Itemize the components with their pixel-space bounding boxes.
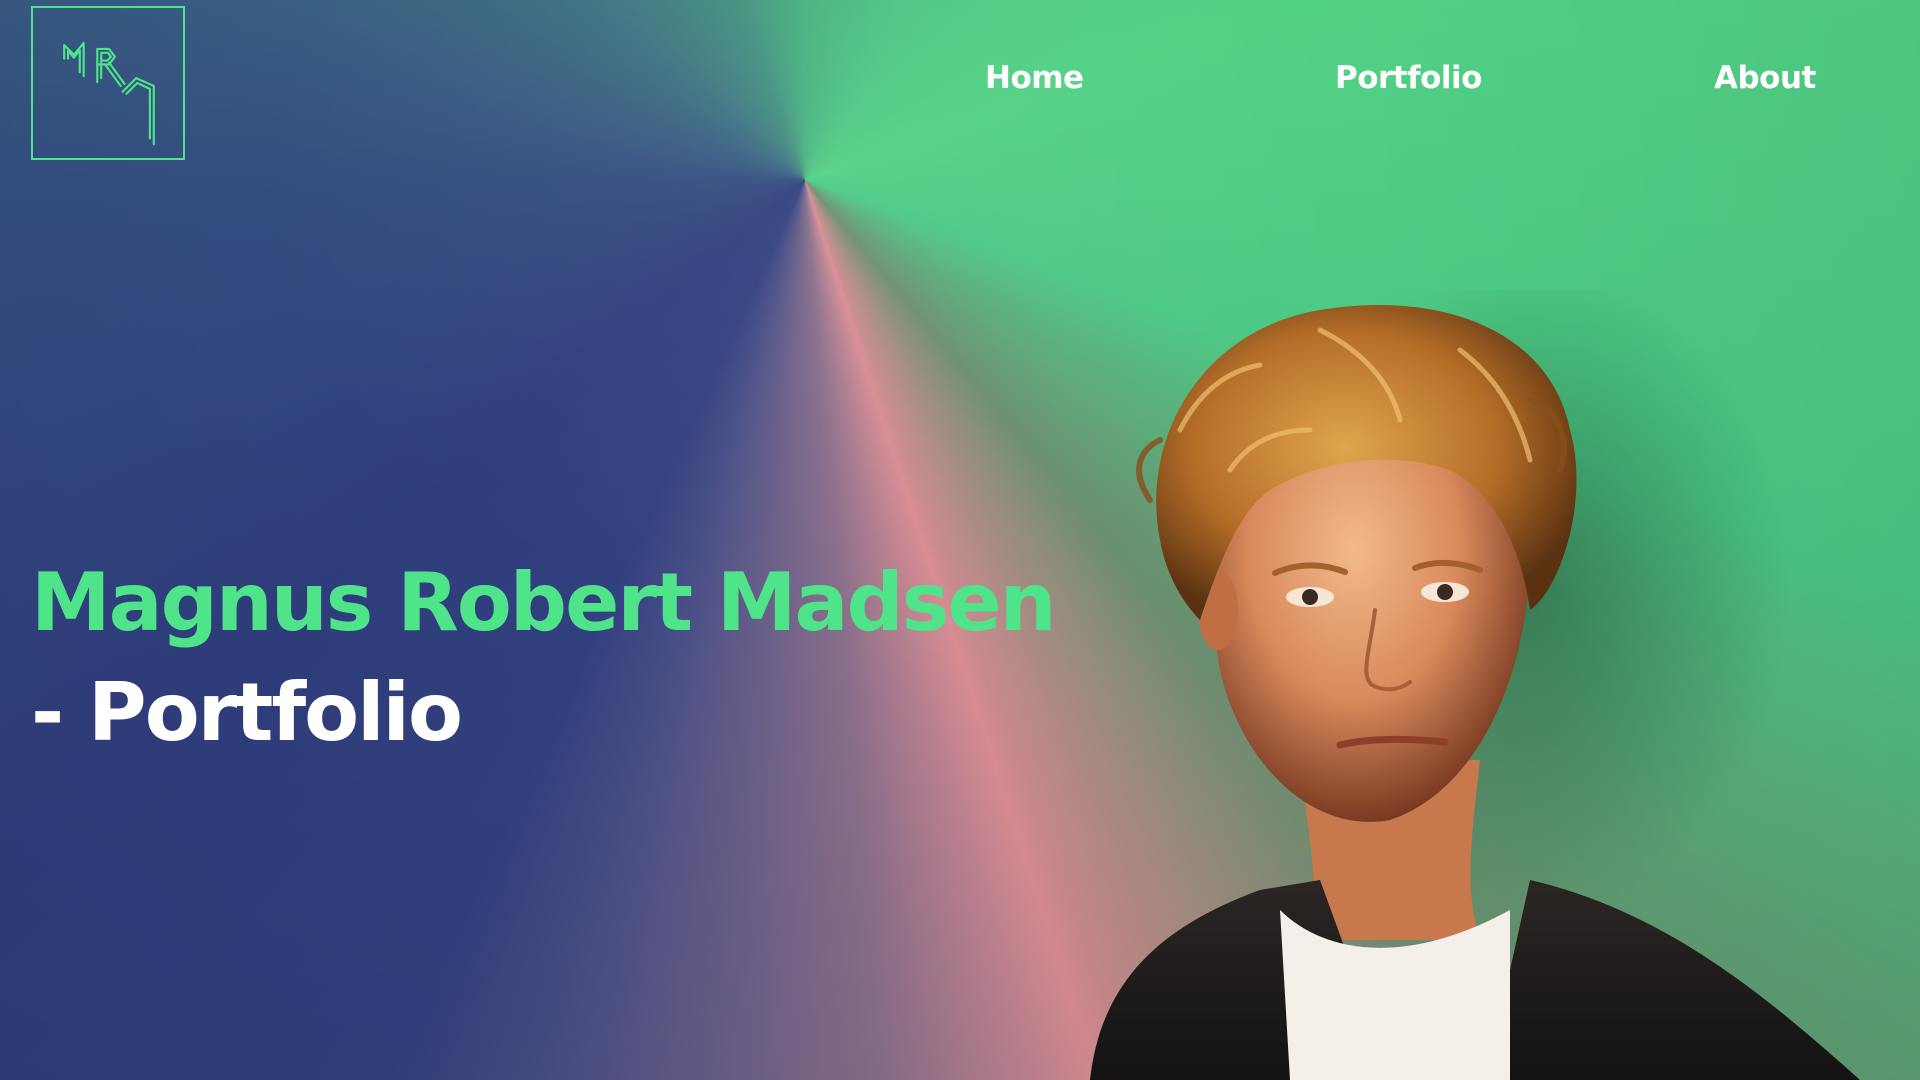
title-suffix: - Portfolio: [31, 666, 463, 759]
nav-home-link[interactable]: Home: [985, 60, 1084, 96]
main-nav: Home Portfolio About: [0, 60, 1920, 108]
portrait-icon: [1090, 290, 1860, 1080]
title-name: Magnus Robert Madsen: [31, 556, 1057, 649]
nav-about-link[interactable]: About: [1714, 60, 1816, 96]
hero-section: Home Portfolio About Magnus Robert Madse…: [0, 0, 1920, 1080]
page-title: Magnus Robert Madsen - Portfolio: [31, 548, 1057, 768]
nav-portfolio-link[interactable]: Portfolio: [1335, 60, 1482, 96]
portrait-photo: [1060, 290, 1920, 1080]
